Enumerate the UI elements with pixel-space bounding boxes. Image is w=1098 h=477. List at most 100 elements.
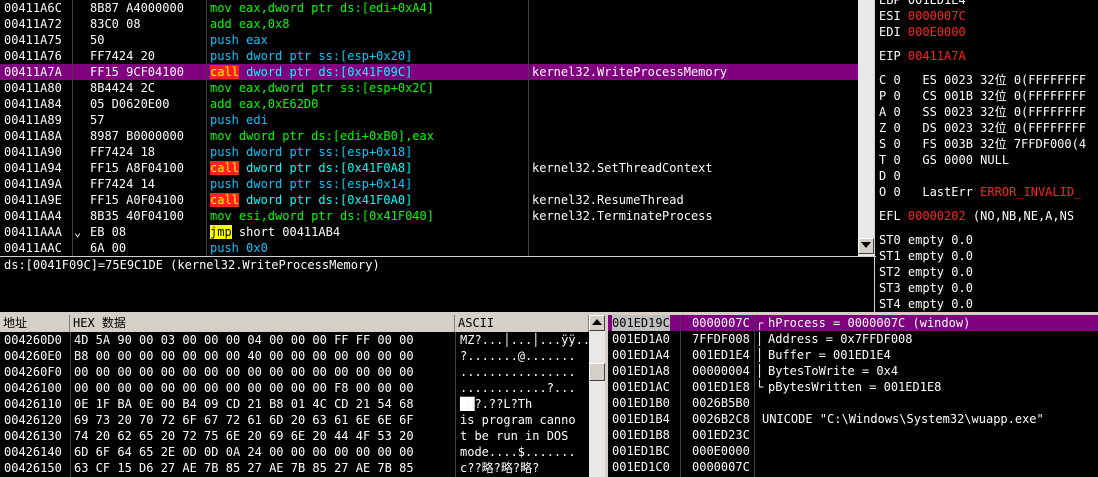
register-text: ST2 empty 0.0 bbox=[879, 265, 973, 279]
disasm-row[interactable]: 00411A89 57 push edi bbox=[0, 112, 858, 128]
disassembly-pane[interactable]: 00411A6C 8B87 A4000000 mov eax,dword ptr d… bbox=[0, 0, 858, 256]
disasm-row[interactable]: 00411A94 FF15 A8F04100 call dword ptr ds:[… bbox=[0, 160, 858, 176]
column-divider bbox=[72, 0, 73, 256]
disasm-row[interactable]: 00411A90 FF7424 18 push dword ptr ss:[esp+… bbox=[0, 144, 858, 160]
register-line[interactable]: Z 0 DS 0023 32位 0(FFFFFFFF bbox=[879, 120, 1086, 136]
register-text: ST1 empty 0.0 bbox=[879, 249, 973, 263]
stack-bracket: │ bbox=[756, 348, 764, 362]
dump-row[interactable]: 00426140 6D 6F 64 65 2E 0D 0D 0A 24 00 00… bbox=[0, 444, 589, 460]
stack-row[interactable]: 001ED1A4 001ED1E4 │ Buffer = 001ED1E4 bbox=[608, 347, 1098, 363]
register-line[interactable]: D 0 bbox=[879, 168, 901, 184]
register-line[interactable]: ST4 empty 0.0 bbox=[879, 296, 973, 312]
scroll-thumb[interactable] bbox=[589, 363, 605, 381]
register-line[interactable]: P 0 CS 001B 32位 0(FFFFFFFF bbox=[879, 88, 1086, 104]
disasm-scrollbar[interactable] bbox=[858, 0, 874, 256]
dump-ascii: is program canno bbox=[460, 413, 576, 427]
registers-pane[interactable]: EBP 001ED1E4 ESI 0000007C EDI 000E0000 EIP … bbox=[876, 0, 1098, 312]
disasm-row[interactable]: 00411A75 50 push eax bbox=[0, 32, 858, 48]
stack-row[interactable]: 001ED1BC 000E0000 bbox=[608, 443, 1098, 459]
disasm-hex: FF7424 14 bbox=[90, 177, 156, 191]
disasm-hex: FF15 A0F04100 bbox=[90, 193, 184, 207]
dump-hex: 0E 1F BA 0E 00 B4 09 CD 21 B8 01 4C CD 2… bbox=[74, 397, 414, 411]
disasm-hex: FF15 9CF04100 bbox=[90, 65, 184, 79]
stack-row[interactable]: 001ED1A8 00000004 │ BytesToWrite = 0x4 bbox=[608, 363, 1098, 379]
scroll-up-button[interactable] bbox=[589, 315, 605, 331]
operands: dword ptr ss:[esp+0x20] bbox=[238, 49, 413, 63]
dump-address: 00426100 bbox=[4, 381, 62, 395]
register-line[interactable]: S 0 FS 003B 32位 7FFDF000(4 bbox=[879, 136, 1086, 152]
last-error: ERROR_INVALID_ bbox=[980, 185, 1082, 199]
disasm-instruction: push dword ptr ss:[esp+0x14] bbox=[210, 176, 412, 192]
stack-row[interactable]: 001ED1B8 001ED23C bbox=[608, 427, 1098, 443]
register-line[interactable]: C 0 ES 0023 32位 0(FFFFFFFF bbox=[879, 72, 1086, 88]
dump-pane[interactable]: 004260D0 4D 5A 90 00 03 00 00 00 04 00 00… bbox=[0, 332, 589, 477]
stack-address: 001ED19C bbox=[612, 315, 670, 331]
register-line[interactable]: ST3 empty 0.0 bbox=[879, 280, 973, 296]
stack-row[interactable]: 001ED1B0 0026B5B0 bbox=[608, 395, 1098, 411]
register-line[interactable]: EFL 00000202 (NO,NB,NE,A,NS bbox=[879, 208, 1074, 224]
disasm-row[interactable]: 00411A6C 8B87 A4000000 mov eax,dword ptr d… bbox=[0, 0, 858, 16]
register-line[interactable]: ST2 empty 0.0 bbox=[879, 264, 973, 280]
dump-row[interactable]: 00426150 63 CF 15 D6 27 AE 7B 85 27 AE 7B… bbox=[0, 460, 589, 476]
disasm-comment: kernel32.WriteProcessMemory bbox=[532, 65, 728, 79]
stack-row[interactable]: 001ED1A0 7FFDF008 │ Address = 0x7FFDF008 bbox=[608, 331, 1098, 347]
mnemonic: mov bbox=[210, 209, 232, 223]
scroll-down-button[interactable] bbox=[858, 238, 874, 254]
stack-pane[interactable]: 001ED19C 0000007C ┌ hProcess = 0000007C (wi… bbox=[608, 315, 1098, 477]
register-value[interactable]: 0000007C bbox=[908, 9, 966, 23]
dump-hex: 6D 6F 64 65 2E 0D 0D 0A 24 00 00 00 00 0… bbox=[74, 445, 414, 459]
register-line[interactable]: ESI 0000007C bbox=[879, 8, 966, 24]
register-line[interactable]: ST0 empty 0.0 bbox=[879, 232, 973, 248]
register-line[interactable]: ST1 empty 0.0 bbox=[879, 248, 973, 264]
register-line[interactable]: A 0 SS 0023 32位 0(FFFFFFFF bbox=[879, 104, 1086, 120]
disasm-row[interactable]: 00411A84 05 D0620E00 add eax,0xE62D0 bbox=[0, 96, 858, 112]
stack-value: 001ED1E4 bbox=[692, 348, 750, 362]
disasm-row[interactable]: 00411A8A 8987 B0000000 mov dword ptr ds:[e… bbox=[0, 128, 858, 144]
stack-row[interactable]: 001ED19C 0000007C ┌ hProcess = 0000007C (wi… bbox=[608, 315, 1098, 331]
disasm-row[interactable]: 00411AA4 8B35 40F04100 mov esi,dword ptr d… bbox=[0, 208, 858, 224]
disasm-row[interactable]: 00411AAA ⌄ EB 08 jmp short 00411AB4 bbox=[0, 224, 858, 240]
dump-ascii: ............?... bbox=[460, 381, 576, 395]
dump-row[interactable]: 004260F0 00 00 00 00 00 00 00 00 00 00 00… bbox=[0, 364, 589, 380]
register-value[interactable]: 000E0000 bbox=[908, 25, 966, 39]
stack-value: 0000007C bbox=[692, 316, 750, 330]
mnemonic: mov bbox=[210, 1, 232, 15]
register-line[interactable]: O 0 LastErr ERROR_INVALID_ bbox=[879, 184, 1081, 200]
disasm-address: 00411A90 bbox=[4, 145, 62, 159]
register-value[interactable]: 00411A7A bbox=[908, 49, 966, 63]
disasm-row[interactable]: 00411AAC 6A 00 push 0x0 bbox=[0, 240, 858, 256]
dump-hex: 74 20 62 65 20 72 75 6E 20 69 6E 20 44 4… bbox=[74, 429, 414, 443]
stack-row[interactable]: 001ED1C0 0000007C bbox=[608, 459, 1098, 475]
disasm-row[interactable]: 00411A7A FF15 9CF04100 call dword ptr ds:[… bbox=[0, 64, 858, 80]
disasm-row[interactable]: 00411A76 FF7424 20 push dword ptr ss:[esp+… bbox=[0, 48, 858, 64]
disasm-instruction: mov eax,dword ptr ds:[edi+0xA4] bbox=[210, 0, 434, 16]
disasm-row[interactable]: 00411A72 83C0 08 add eax,0x8 bbox=[0, 16, 858, 32]
dump-row[interactable]: 00426120 69 73 20 70 72 6F 67 72 61 6D 20… bbox=[0, 412, 589, 428]
register-line[interactable]: EIP 00411A7A bbox=[879, 48, 966, 64]
dump-header-hex[interactable]: HEX 数据 bbox=[70, 315, 455, 332]
column-divider bbox=[70, 332, 71, 477]
register-line[interactable]: T 0 GS 0000 NULL bbox=[879, 152, 1009, 168]
dump-row[interactable]: 004260E0 B8 00 00 00 00 00 00 00 40 00 00… bbox=[0, 348, 589, 364]
stack-value: 00000004 bbox=[692, 364, 750, 378]
stack-row[interactable]: 001ED1B4 0026B2C8 UNICODE "C:\Windows\Syst… bbox=[608, 411, 1098, 427]
dump-scrollbar[interactable] bbox=[589, 315, 605, 477]
disasm-row[interactable]: 00411A9A FF7424 14 push dword ptr ss:[esp+… bbox=[0, 176, 858, 192]
info-pane: ds:[0041F09C]=75E9C1DE (kernel32.WritePr… bbox=[0, 257, 874, 312]
dump-row[interactable]: 00426100 00 00 00 00 00 00 00 00 00 00 00… bbox=[0, 380, 589, 396]
stack-row[interactable]: 001ED1AC 001ED1E8 └ pBytesWritten = 001ED1E… bbox=[608, 379, 1098, 395]
dump-header-address[interactable]: 地址 bbox=[0, 315, 70, 332]
disasm-row[interactable]: 00411A9E FF15 A0F04100 call dword ptr ds:[… bbox=[0, 192, 858, 208]
flags-value[interactable]: 00000202 bbox=[908, 209, 966, 223]
register-line[interactable]: EDI 000E0000 bbox=[879, 24, 966, 40]
disasm-hex: 05 D0620E00 bbox=[90, 97, 170, 111]
register-line[interactable]: EBP 001ED1E4 bbox=[879, 0, 966, 8]
dump-row[interactable]: 00426130 74 20 62 65 20 72 75 6E 20 69 6E… bbox=[0, 428, 589, 444]
dump-row[interactable]: 00426110 0E 1F BA 0E 00 B4 09 CD 21 B8 01… bbox=[0, 396, 589, 412]
dump-row[interactable]: 004260D0 4D 5A 90 00 03 00 00 00 04 00 00… bbox=[0, 332, 589, 348]
disasm-row[interactable]: 00411A80 8B4424 2C mov eax,dword ptr ss:[e… bbox=[0, 80, 858, 96]
dump-header-ascii[interactable]: ASCII bbox=[455, 315, 589, 332]
disasm-instruction: mov esi,dword ptr ds:[0x41F040] bbox=[210, 208, 434, 224]
disasm-address: 00411AA4 bbox=[4, 209, 62, 223]
disasm-instruction: push dword ptr ss:[esp+0x18] bbox=[210, 144, 412, 160]
